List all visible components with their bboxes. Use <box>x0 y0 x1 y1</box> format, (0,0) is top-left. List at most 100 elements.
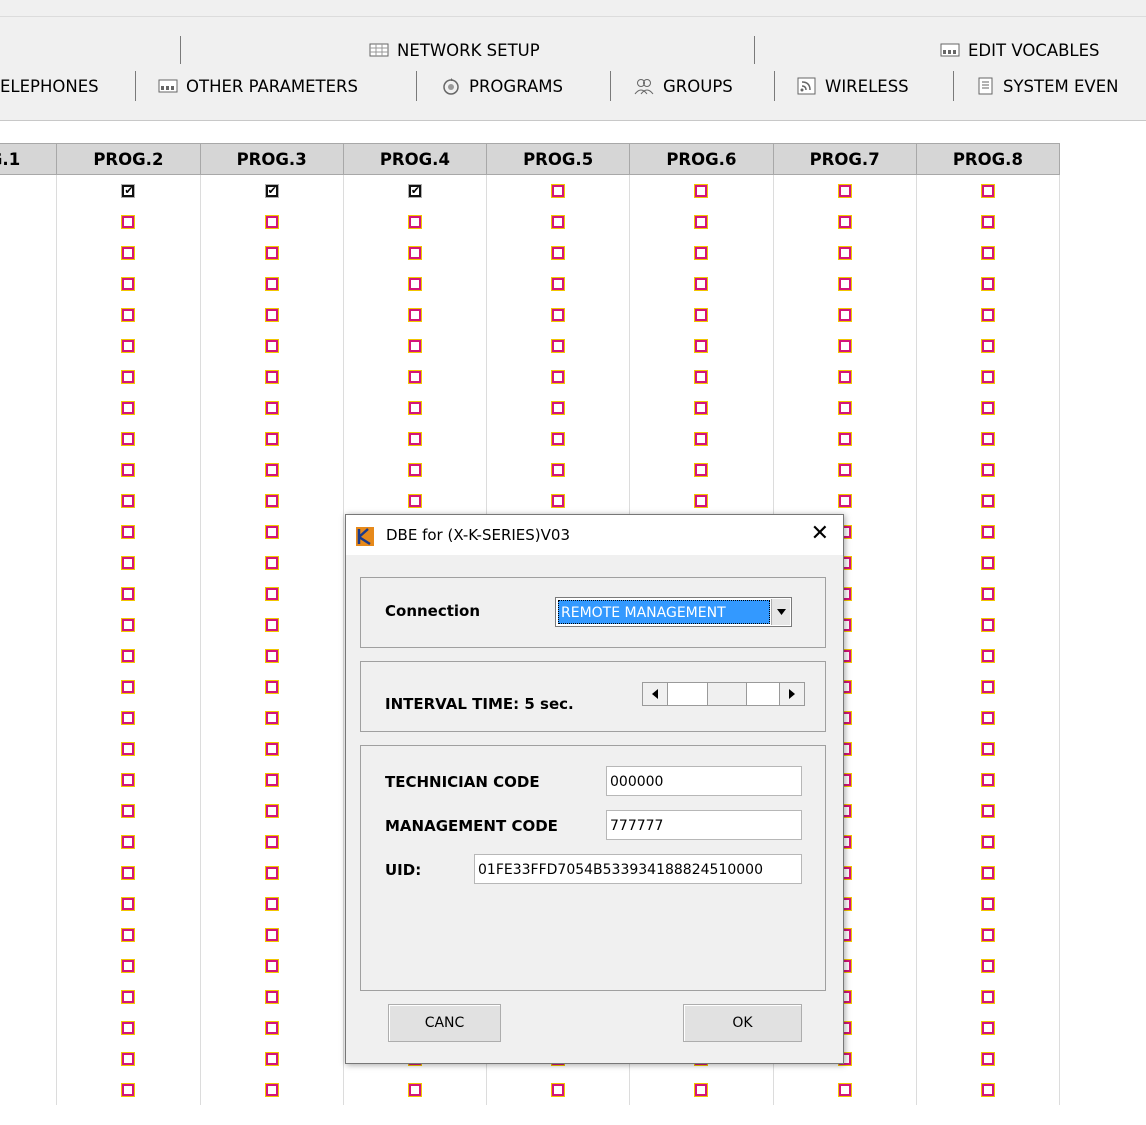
program-checkbox[interactable] <box>122 557 135 569</box>
program-checkbox[interactable] <box>695 464 708 476</box>
program-checkbox[interactable] <box>265 433 278 445</box>
program-checkbox[interactable] <box>695 371 708 383</box>
uid-field[interactable]: 01FE33FFD7054B533934188824510000 <box>474 854 802 884</box>
program-checkbox[interactable] <box>695 495 708 507</box>
program-checkbox[interactable] <box>265 898 278 910</box>
program-checkbox[interactable] <box>265 557 278 569</box>
program-checkbox[interactable] <box>981 991 994 1003</box>
program-checkbox[interactable] <box>838 278 851 290</box>
management-code-field[interactable]: 777777 <box>606 810 802 840</box>
program-checkbox[interactable] <box>122 588 135 600</box>
program-checkbox[interactable] <box>122 371 135 383</box>
tab-wireless[interactable]: WIRELESS <box>797 68 909 104</box>
program-checkbox[interactable] <box>981 402 994 414</box>
program-checkbox[interactable] <box>122 464 135 476</box>
tab-network-setup[interactable]: NETWORK SETUP <box>369 34 540 66</box>
program-checkbox[interactable] <box>552 247 565 259</box>
program-checkbox[interactable] <box>122 402 135 414</box>
program-checkbox[interactable] <box>408 464 421 476</box>
program-checkbox[interactable] <box>552 185 565 197</box>
program-checkbox[interactable] <box>265 278 278 290</box>
scroll-right-button[interactable] <box>779 683 804 705</box>
program-checkbox[interactable] <box>695 278 708 290</box>
program-checkbox[interactable] <box>408 371 421 383</box>
program-checkbox[interactable] <box>408 309 421 321</box>
program-checkbox[interactable] <box>122 805 135 817</box>
program-checkbox[interactable] <box>695 433 708 445</box>
program-checkbox[interactable] <box>981 743 994 755</box>
program-checkbox[interactable] <box>981 433 994 445</box>
interval-thumb[interactable] <box>707 683 748 705</box>
program-checkbox[interactable] <box>981 619 994 631</box>
program-checkbox[interactable] <box>122 1053 135 1065</box>
program-checkbox[interactable] <box>981 557 994 569</box>
program-checkbox[interactable] <box>838 402 851 414</box>
program-checkbox[interactable] <box>981 805 994 817</box>
program-checkbox[interactable] <box>981 898 994 910</box>
program-checkbox[interactable] <box>838 216 851 228</box>
program-checkbox[interactable] <box>265 867 278 879</box>
program-checkbox[interactable] <box>695 309 708 321</box>
program-checkbox[interactable] <box>265 371 278 383</box>
program-checkbox[interactable] <box>122 216 135 228</box>
technician-code-field[interactable]: 000000 <box>606 766 802 796</box>
program-checkbox[interactable] <box>122 867 135 879</box>
program-checkbox[interactable] <box>265 960 278 972</box>
program-checkbox[interactable] <box>122 526 135 538</box>
program-checkbox[interactable] <box>265 805 278 817</box>
program-checkbox[interactable] <box>265 743 278 755</box>
program-checkbox[interactable] <box>408 495 421 507</box>
program-checkbox[interactable] <box>552 278 565 290</box>
program-checkbox[interactable] <box>122 929 135 941</box>
program-checkbox[interactable] <box>552 216 565 228</box>
program-checkbox[interactable] <box>265 774 278 786</box>
tab-other-parameters[interactable]: OTHER PARAMETERS <box>158 68 358 104</box>
program-checkbox[interactable] <box>981 1084 994 1096</box>
program-checkbox[interactable] <box>695 185 708 197</box>
program-checkbox[interactable] <box>695 247 708 259</box>
program-checkbox[interactable] <box>408 340 421 352</box>
program-checkbox[interactable] <box>981 526 994 538</box>
program-checkbox[interactable] <box>981 185 994 197</box>
dropdown-button[interactable] <box>771 599 790 625</box>
program-checkbox[interactable] <box>552 464 565 476</box>
program-checkbox[interactable] <box>981 278 994 290</box>
program-checkbox[interactable] <box>981 495 994 507</box>
program-checkbox[interactable] <box>981 588 994 600</box>
program-checkbox[interactable] <box>265 216 278 228</box>
program-checkbox[interactable] <box>265 309 278 321</box>
program-checkbox[interactable] <box>838 309 851 321</box>
program-checkbox[interactable] <box>122 836 135 848</box>
program-checkbox[interactable] <box>981 681 994 693</box>
program-checkbox[interactable] <box>265 526 278 538</box>
program-checkbox[interactable] <box>122 681 135 693</box>
tab-groups[interactable]: GROUPS <box>633 68 733 104</box>
program-checkbox[interactable] <box>552 1084 565 1096</box>
program-checkbox[interactable] <box>265 619 278 631</box>
program-checkbox[interactable] <box>695 340 708 352</box>
program-checkbox[interactable] <box>265 588 278 600</box>
program-checkbox[interactable] <box>408 433 421 445</box>
program-checkbox[interactable] <box>838 495 851 507</box>
program-checkbox[interactable] <box>695 402 708 414</box>
program-checkbox[interactable] <box>838 464 851 476</box>
program-checkbox[interactable] <box>981 309 994 321</box>
program-checkbox[interactable] <box>838 1084 851 1096</box>
program-checkbox[interactable] <box>981 1022 994 1034</box>
program-checkbox[interactable] <box>981 1053 994 1065</box>
program-checkbox[interactable] <box>122 650 135 662</box>
program-checkbox[interactable] <box>838 433 851 445</box>
program-checkbox[interactable] <box>838 371 851 383</box>
program-checkbox[interactable] <box>695 216 708 228</box>
program-checkbox[interactable] <box>981 960 994 972</box>
program-checkbox[interactable] <box>122 309 135 321</box>
program-checkbox[interactable] <box>265 495 278 507</box>
program-checkbox[interactable] <box>265 650 278 662</box>
program-checkbox[interactable] <box>265 929 278 941</box>
program-checkbox[interactable] <box>981 464 994 476</box>
program-checkbox[interactable] <box>408 402 421 414</box>
program-checkbox[interactable] <box>122 433 135 445</box>
program-checkbox[interactable] <box>265 836 278 848</box>
program-checkbox[interactable] <box>838 340 851 352</box>
program-checkbox[interactable] <box>122 712 135 724</box>
